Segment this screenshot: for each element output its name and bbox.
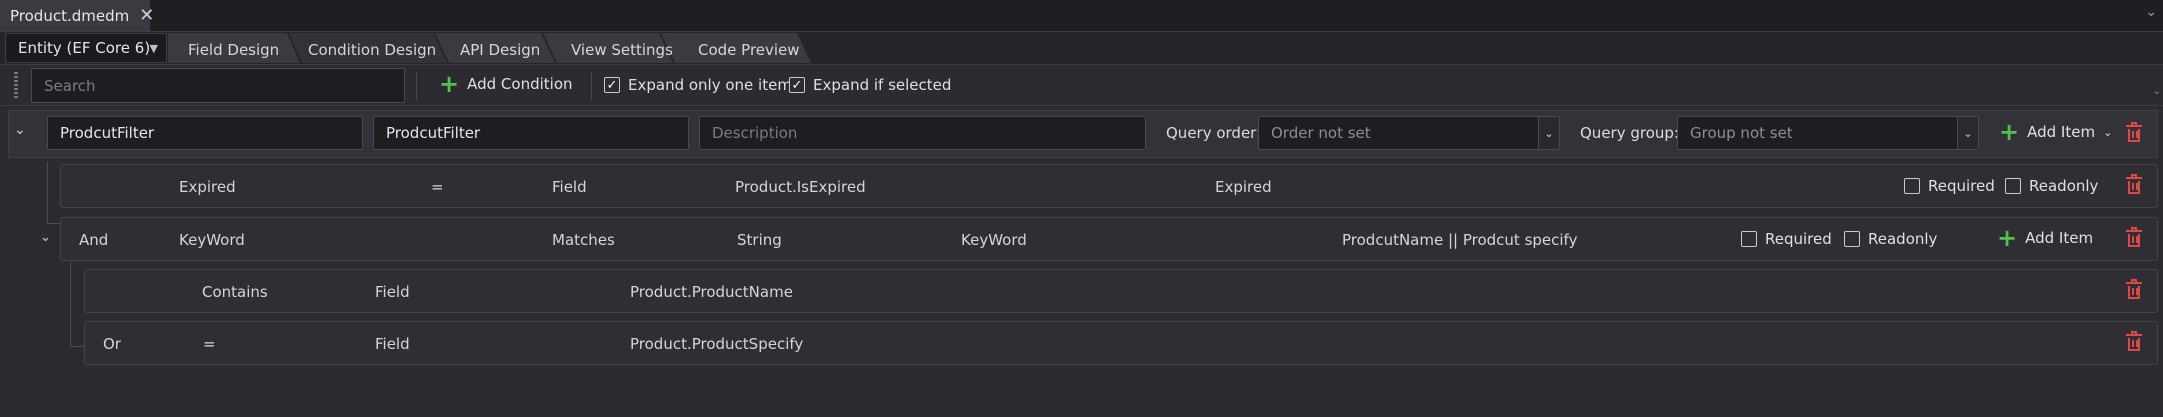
chevron-down-icon[interactable]: ⌄ <box>40 230 51 245</box>
checkbox-icon <box>2005 178 2021 194</box>
filter-add-item-label: Add Item <box>2027 123 2096 141</box>
tab-field-design[interactable]: Field Design <box>188 41 279 59</box>
checkbox-icon <box>1904 178 1920 194</box>
condition-name: KeyWord <box>179 231 245 249</box>
add-condition-button[interactable]: + Add Condition <box>439 72 573 96</box>
child-condition-logic: Or <box>103 335 121 353</box>
required-label: Required <box>1765 230 1832 248</box>
entity-framework-value: Entity (EF Core 6) <box>18 39 151 57</box>
chevron-down-icon: ⌄ <box>2103 125 2113 139</box>
checkbox-checked-icon: ✓ <box>789 77 805 93</box>
condition-operator: = <box>431 178 444 196</box>
filter-add-item-button[interactable]: + Add Item ⌄ <box>1999 120 2112 144</box>
trash-icon[interactable] <box>2126 122 2142 142</box>
document-tab[interactable]: Product.dmedm ✕ <box>0 0 154 31</box>
expand-only-one-label: Expand only one item <box>628 76 792 94</box>
condition-path: KeyWord <box>961 231 1027 249</box>
trash-icon[interactable] <box>2126 227 2142 247</box>
plus-icon: + <box>439 70 460 98</box>
condition-source: Field <box>552 178 587 196</box>
filter-description-input[interactable] <box>699 116 1146 150</box>
condition-add-item-button[interactable]: + Add Item <box>1997 226 2093 250</box>
trash-icon[interactable] <box>2126 279 2142 299</box>
tab-condition-design[interactable]: Condition Design <box>308 41 436 59</box>
designer-tab-strip: Entity (EF Core 6) ▼ Field Design Condit… <box>0 32 2163 65</box>
tree-line <box>70 346 84 347</box>
toolbar-divider <box>591 72 592 100</box>
document-tab-title: Product.dmedm <box>10 6 130 25</box>
condition-path: Product.IsExpired <box>735 178 866 196</box>
expand-if-selected-checkbox[interactable]: ✓ Expand if selected <box>789 76 951 94</box>
child-condition-path: Product.ProductSpecify <box>630 335 804 353</box>
trash-icon[interactable] <box>2126 331 2142 351</box>
condition-row[interactable] <box>60 164 2158 208</box>
tree-line <box>70 262 71 347</box>
add-condition-label: Add Condition <box>467 75 573 93</box>
chevron-down-icon[interactable]: ⌄ <box>1957 117 1978 149</box>
trash-icon[interactable] <box>2126 174 2142 194</box>
child-condition-operator: = <box>203 335 216 353</box>
condition-display: ProdcutName || Prodcut specify <box>1342 231 1578 249</box>
condition-logic: And <box>79 231 109 249</box>
required-checkbox[interactable]: Required <box>1741 230 1832 248</box>
query-group-value: Group not set <box>1690 124 1793 142</box>
tab-view-settings[interactable]: View Settings <box>571 41 673 59</box>
expand-only-one-checkbox[interactable]: ✓ Expand only one item <box>604 76 792 94</box>
child-condition-source: Field <box>375 283 410 301</box>
entity-framework-select[interactable]: Entity (EF Core 6) ▼ <box>5 33 167 63</box>
checkbox-checked-icon: ✓ <box>604 77 620 93</box>
checkbox-icon <box>1844 231 1860 247</box>
chevron-down-icon[interactable]: ⌄ <box>1538 117 1559 149</box>
query-order-select[interactable]: Order not set ⌄ <box>1258 116 1560 150</box>
readonly-checkbox[interactable]: Readonly <box>2005 177 2098 195</box>
plus-icon: + <box>1999 118 2020 146</box>
query-order-value: Order not set <box>1271 124 1371 142</box>
child-condition-path: Product.ProductName <box>630 283 793 301</box>
condition-add-item-label: Add Item <box>2025 229 2094 247</box>
chevron-down-icon[interactable]: ⌄ <box>14 122 26 138</box>
condition-operator: Matches <box>552 231 615 249</box>
condition-source: String <box>737 231 782 249</box>
child-condition-source: Field <box>375 335 410 353</box>
query-group-select[interactable]: Group not set ⌄ <box>1677 116 1979 150</box>
filter-display-name-input[interactable] <box>373 116 689 150</box>
query-group-label: Query group: <box>1580 124 1679 142</box>
overflow-chevron-icon[interactable]: ⌄ <box>2153 86 2161 97</box>
condition-name: Expired <box>179 178 236 196</box>
tab-code-preview[interactable]: Code Preview <box>698 41 800 59</box>
readonly-label: Readonly <box>2029 177 2099 195</box>
readonly-label: Readonly <box>1868 230 1938 248</box>
chevron-down-icon[interactable]: ⌄ <box>2145 4 2157 20</box>
toolbar-divider <box>416 72 417 100</box>
tab-api-design[interactable]: API Design <box>460 41 540 59</box>
filter-name-input[interactable] <box>47 116 363 150</box>
required-label: Required <box>1928 177 1995 195</box>
expand-if-selected-label: Expand if selected <box>813 76 952 94</box>
readonly-checkbox[interactable]: Readonly <box>1844 230 1937 248</box>
required-checkbox[interactable]: Required <box>1904 177 1995 195</box>
plus-icon: + <box>1997 224 2018 252</box>
toolbar-grip[interactable] <box>14 72 18 98</box>
child-condition-operator: Contains <box>202 283 268 301</box>
tree-line <box>47 223 61 224</box>
document-tab-bar: Product.dmedm ✕ ⌄ <box>0 0 2163 32</box>
condition-display: Expired <box>1215 178 1272 196</box>
chevron-down-icon: ▼ <box>149 41 158 55</box>
checkbox-icon <box>1741 231 1757 247</box>
search-input[interactable] <box>31 68 405 103</box>
query-order-label: Query order: <box>1166 124 1262 142</box>
tree-line <box>47 162 48 224</box>
close-icon[interactable]: ✕ <box>139 5 154 26</box>
